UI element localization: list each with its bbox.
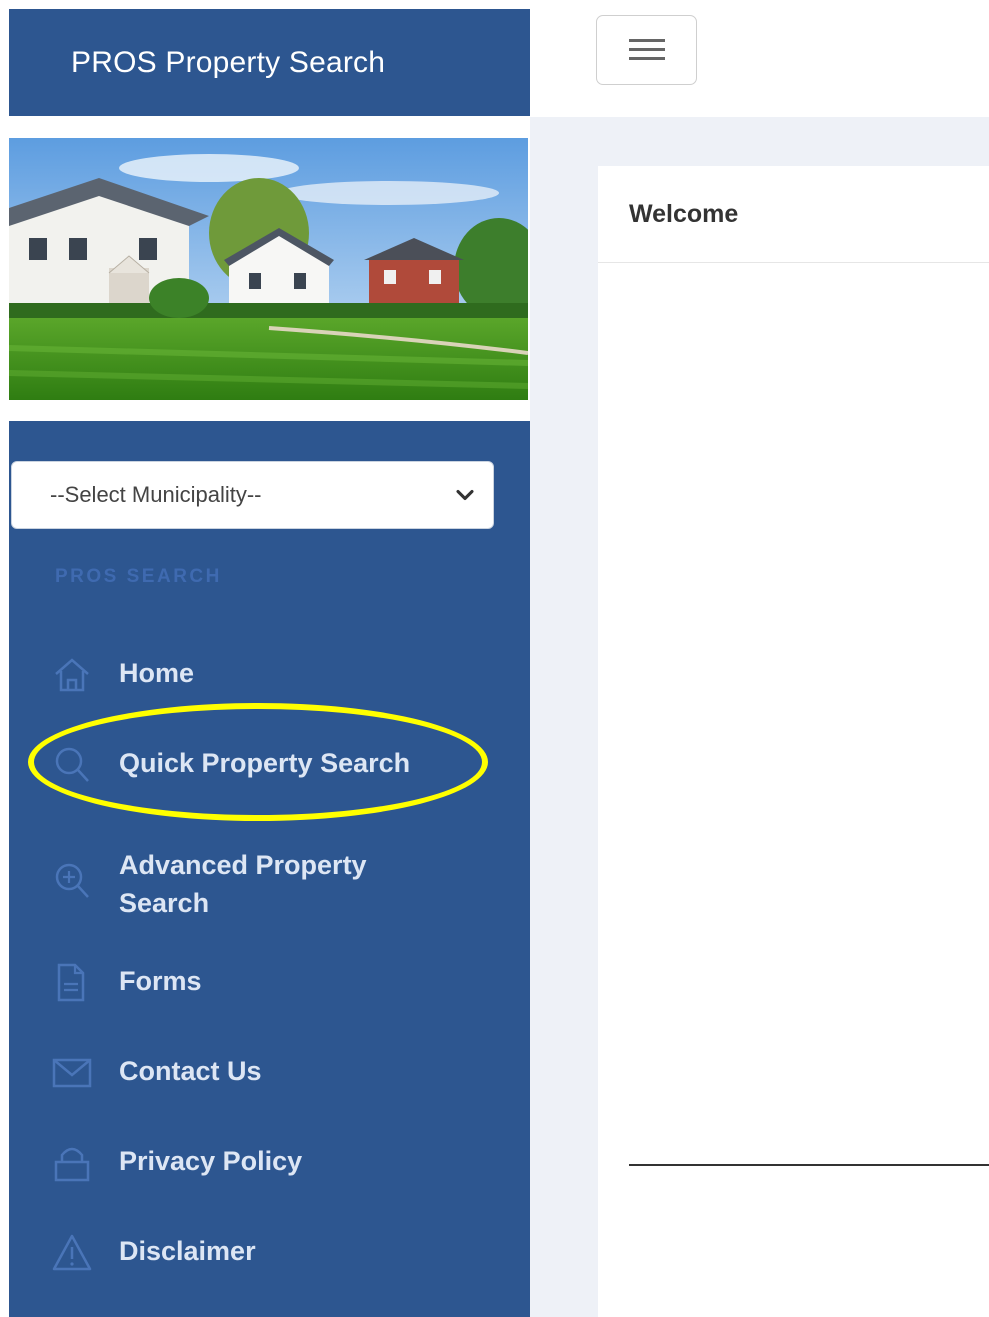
brand-title[interactable]: PROS Property Search — [9, 9, 530, 116]
sidebar-item-forms[interactable]: Forms — [9, 962, 530, 1008]
top-bar — [530, 0, 989, 117]
envelope-icon — [52, 1058, 92, 1088]
sidebar-item-contact-us[interactable]: Contact Us — [9, 1052, 530, 1098]
sidebar-item-disclaimer[interactable]: Disclaimer — [9, 1232, 530, 1278]
municipality-select-value: --Select Municipality-- — [50, 482, 262, 507]
houses-photo — [9, 138, 528, 400]
divider — [629, 1164, 989, 1166]
chevron-down-icon — [456, 489, 474, 501]
lock-icon — [54, 1147, 90, 1182]
document-icon — [57, 963, 85, 1002]
section-label: PROS SEARCH — [55, 566, 222, 587]
menu-toggle-button[interactable] — [596, 15, 697, 85]
welcome-card: Welcome — [598, 166, 989, 1317]
sidebar-item-advanced-property-search[interactable]: Advanced Property Search — [9, 846, 530, 926]
sidebar-item-label: Contact Us — [119, 1056, 262, 1086]
hero-image — [9, 116, 530, 421]
sidebar: PROS Property Search --Select Municipali… — [9, 9, 530, 1317]
sidebar-item-label: Disclaimer — [119, 1236, 256, 1266]
zoom-in-icon — [55, 863, 89, 898]
home-icon — [55, 658, 89, 692]
sidebar-item-label: Advanced Property Search — [119, 850, 367, 918]
warning-icon — [52, 1234, 92, 1271]
sidebar-item-label: Privacy Policy — [119, 1146, 303, 1176]
municipality-select[interactable]: --Select Municipality-- — [11, 461, 494, 529]
card-title: Welcome — [598, 166, 989, 263]
sidebar-item-label: Home — [119, 658, 195, 688]
sidebar-item-quick-property-search[interactable]: Quick Property Search — [9, 744, 530, 790]
sidebar-item-label: Quick Property Search — [119, 748, 411, 778]
sidebar-item-home[interactable]: Home — [9, 654, 530, 700]
hamburger-icon — [628, 39, 665, 60]
sidebar-item-privacy-policy[interactable]: Privacy Policy — [9, 1142, 530, 1188]
search-icon — [55, 747, 89, 782]
sidebar-item-label: Forms — [119, 966, 202, 996]
